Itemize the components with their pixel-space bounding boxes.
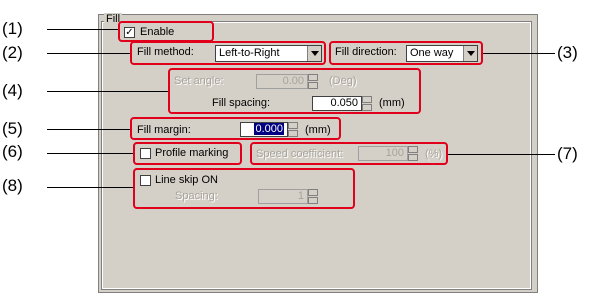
leader-line-4 — [47, 91, 168, 92]
callout-7: (7) — [557, 144, 578, 163]
highlight-box-5 — [130, 117, 341, 140]
highlight-box-3 — [329, 41, 483, 65]
leader-line-2 — [47, 53, 130, 54]
callout-5: (5) — [2, 119, 23, 138]
callout-3: (3) — [557, 43, 578, 62]
callout-6: (6) — [2, 142, 23, 161]
highlight-box-1 — [118, 21, 214, 42]
highlight-box-7 — [250, 142, 448, 165]
leader-line-8 — [47, 187, 133, 188]
callout-4: (4) — [2, 81, 23, 100]
callout-1: (1) — [2, 19, 23, 38]
leader-line-1 — [47, 29, 118, 30]
callout-8: (8) — [2, 176, 23, 195]
leader-line-5 — [47, 129, 130, 130]
leader-line-3 — [483, 53, 555, 54]
highlight-box-6 — [133, 142, 242, 165]
highlight-box-8 — [133, 168, 355, 209]
highlight-box-2 — [130, 41, 326, 65]
highlight-box-4 — [168, 68, 421, 114]
leader-line-6 — [47, 153, 133, 154]
leader-line-7 — [448, 154, 555, 155]
callout-2: (2) — [2, 43, 23, 62]
